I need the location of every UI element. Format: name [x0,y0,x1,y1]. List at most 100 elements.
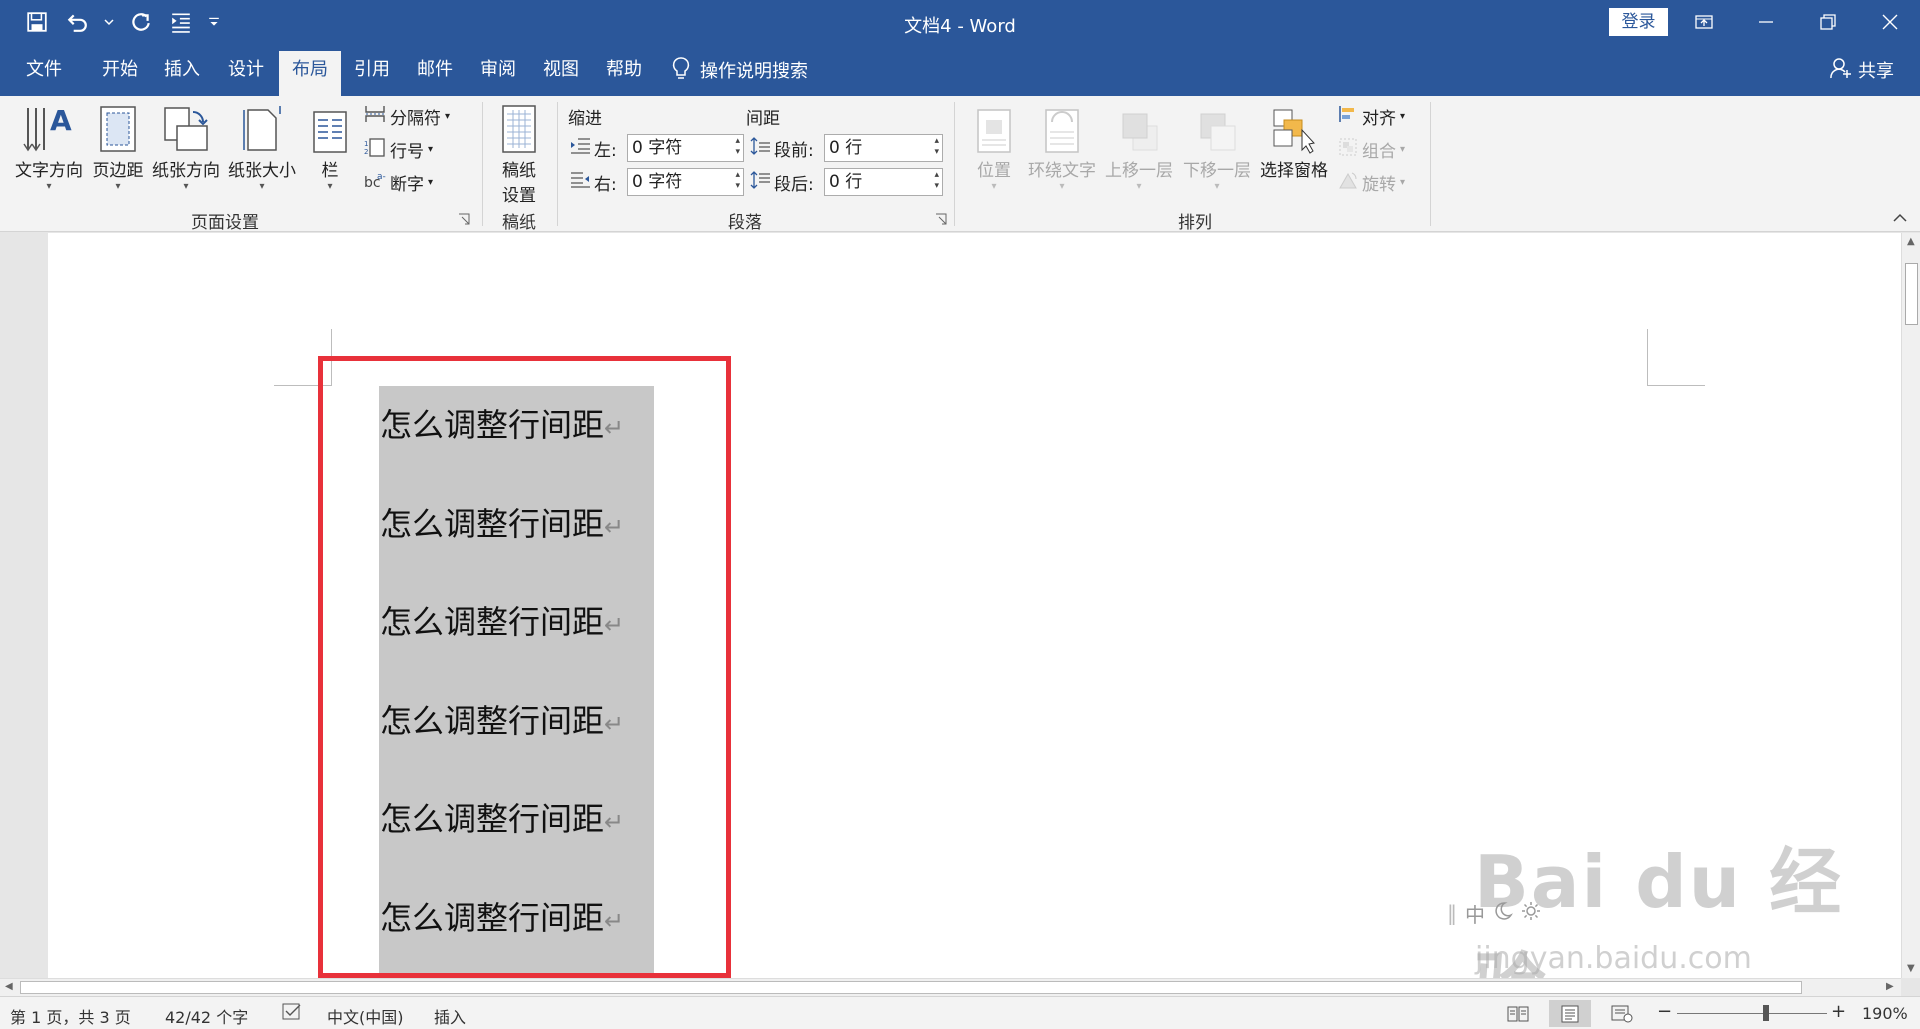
indent-heading: 缩进 [568,109,602,129]
document-area: 怎么调整行间距↵ 怎么调整行间距↵ 怎么调整行间距↵ 怎么调整行间距↵ 怎么调整… [0,233,1901,1029]
spacing-after-row: 段后: [750,170,814,195]
size-button[interactable]: 纸张大小 ▾ [224,102,300,193]
hyphenation-button[interactable]: bc a- 断字 ▾ [364,170,433,195]
send-backward-button[interactable]: 下移一层 ▾ [1178,102,1256,193]
share-label: 共享 [1858,61,1894,82]
wrap-text-button[interactable]: 环绕文字 ▾ [1024,102,1100,193]
columns-label: 栏 [321,161,339,181]
signin-button[interactable]: 登录 [1609,8,1668,36]
tab-design[interactable]: 设计 [222,51,270,96]
zoom-slider-thumb[interactable] [1763,1005,1769,1021]
tell-me-search[interactable]: 操作说明搜索 [672,51,808,89]
hyphenation-icon: bc a- [364,170,386,195]
zoom-out-icon[interactable]: − [1657,1001,1672,1022]
tab-insert[interactable]: 插入 [158,51,206,96]
group-button[interactable]: 组合 ▾ [1338,137,1405,162]
ime-toolbar[interactable]: ‖ 中 [1447,896,1573,930]
group-separator [557,102,558,226]
indent-right-input[interactable]: 0 字符 ▴ ▾ [627,168,744,196]
crop-mark [1647,329,1648,386]
scroll-right-icon[interactable]: ▶ [1886,981,1894,992]
selection-pane-button[interactable]: 选择窗格 [1256,102,1332,181]
indent-left-icon [570,137,590,160]
rotate-button[interactable]: 旋转 ▾ [1338,170,1405,195]
scroll-up-icon[interactable]: ▲ [1907,236,1915,247]
tab-home[interactable]: 开始 [96,51,144,96]
text-direction-button[interactable]: A 文字方向 ▾ [10,102,88,193]
vertical-scrollbar[interactable]: ▲ ▼ [1901,233,1920,978]
text-direction-icon: A [10,102,88,154]
insert-mode[interactable]: 插入 [434,1004,466,1028]
indent-right-value: 0 字符 [632,172,683,192]
scroll-left-icon[interactable]: ◀ [5,981,13,992]
tab-layout[interactable]: 布局 [279,51,341,96]
scroll-down-icon[interactable]: ▼ [1907,963,1915,974]
page-setup-launcher-icon[interactable] [458,211,470,225]
vertical-scroll-thumb[interactable] [1905,263,1918,325]
horizontal-scroll-thumb[interactable] [20,981,1802,994]
tab-help[interactable]: 帮助 [600,51,648,96]
ribbon-display-options-icon[interactable] [1676,0,1732,44]
size-label: 纸张大小 [228,161,296,181]
spacing-after-input[interactable]: 0 行 ▴ ▾ [824,168,943,196]
position-button[interactable]: 位置 ▾ [965,102,1023,193]
horizontal-scrollbar[interactable]: ◀ ▶ [0,978,1901,996]
tab-view[interactable]: 视图 [537,51,585,96]
zoom-in-icon[interactable]: + [1831,1001,1846,1022]
tab-references[interactable]: 引用 [348,51,396,96]
manuscript-label-1: 稿纸 [502,161,536,181]
indent-left-input[interactable]: 0 字符 ▴ ▾ [627,134,744,162]
breaks-button[interactable]: 分隔符 ▾ [364,104,450,129]
tab-mailings[interactable]: 邮件 [411,51,459,96]
manuscript-group-label: 稿纸 [502,213,536,233]
title-bar: 文档4 - Word 登录 [0,0,1920,44]
group-separator [1430,102,1431,226]
gear-icon [1521,901,1541,926]
spacing-heading: 间距 [746,109,780,129]
close-icon[interactable] [1862,0,1918,44]
orientation-button[interactable]: 纸张方向 ▾ [148,102,224,193]
rotate-icon [1338,170,1358,195]
svg-text:1: 1 [364,140,368,148]
spacing-before-input[interactable]: 0 行 ▴ ▾ [824,134,943,162]
minimize-icon[interactable] [1738,0,1794,44]
word-count[interactable]: 42/42 个字 [165,1004,248,1028]
line-numbers-label: 行号 [390,142,424,162]
breaks-label: 分隔符 [390,109,441,129]
svg-text:a-: a- [377,172,386,182]
arrange-group-label: 排列 [1178,213,1212,233]
print-layout-icon[interactable] [1549,1000,1591,1027]
tab-file[interactable]: 文件 [18,51,70,96]
zoom-slider[interactable] [1677,1013,1827,1014]
bring-forward-button[interactable]: 上移一层 ▾ [1100,102,1178,193]
send-backward-icon [1178,102,1256,154]
person-icon [1830,57,1852,84]
page-info[interactable]: 第 1 页，共 3 页 [10,1004,131,1028]
zoom-level[interactable]: 190% [1862,1004,1908,1023]
manuscript-settings-button[interactable]: 稿纸 设置 [492,102,546,206]
manuscript-label-2: 设置 [502,186,536,206]
paragraph-launcher-icon[interactable] [935,211,947,225]
collapse-ribbon-icon[interactable] [1892,210,1908,222]
indent-left-label: 左: [594,141,617,161]
read-mode-icon[interactable] [1497,1000,1539,1027]
spacing-after-value: 0 行 [829,172,863,192]
margins-button[interactable]: 页边距 ▾ [88,102,148,193]
indent-right-icon [570,171,590,194]
line-numbers-button[interactable]: 12 行号 ▾ [364,137,433,162]
orientation-label: 纸张方向 [152,161,220,181]
proofing-icon[interactable] [282,1002,304,1026]
ribbon-layout: A 文字方向 ▾ 页边距 ▾ 纸张方向 ▾ 纸张大小 ▾ 栏 ▾ 分隔符 ▾ 1… [0,96,1920,233]
bring-forward-icon [1100,102,1178,154]
align-button[interactable]: 对齐 ▾ [1338,104,1405,129]
indent-left-value: 0 字符 [632,138,683,158]
web-layout-icon[interactable] [1601,1000,1643,1027]
tab-review[interactable]: 审阅 [474,51,522,96]
columns-button[interactable]: 栏 ▾ [306,102,354,193]
send-backward-label: 下移一层 [1183,161,1251,181]
language[interactable]: 中文(中国) [327,1004,404,1028]
spacing-before-label: 段前: [774,141,814,161]
share-button[interactable]: 共享 [1830,51,1894,89]
restore-icon[interactable] [1800,0,1856,44]
group-separator [482,102,483,226]
